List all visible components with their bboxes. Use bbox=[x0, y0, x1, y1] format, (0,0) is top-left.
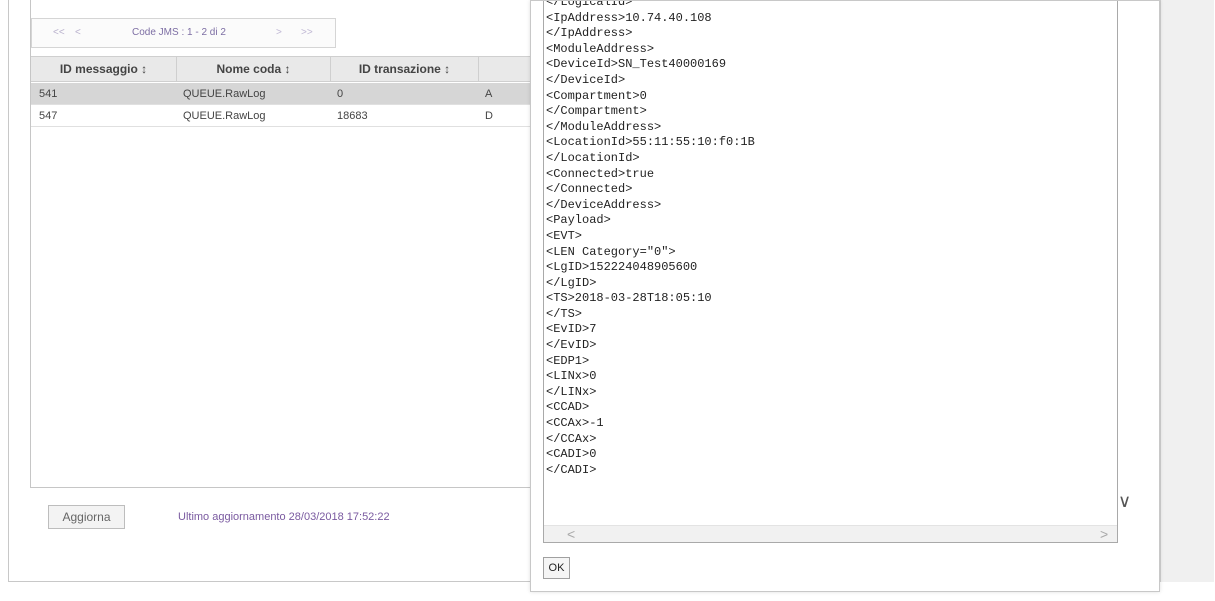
pager-label: Code JMS : 1 - 2 di 2 bbox=[132, 27, 226, 38]
right-gutter bbox=[1160, 0, 1214, 582]
code-line: </IpAddress> bbox=[546, 26, 633, 41]
jms-queue-grid: << < Code JMS : 1 - 2 di 2 > >> ID messa… bbox=[30, 0, 571, 488]
code-line: </EvID> bbox=[546, 338, 597, 353]
code-line: <EvID>7 bbox=[546, 322, 597, 337]
message-content-box[interactable]: </LogicalId> <IpAddress>10.74.40.108 </IpA… bbox=[543, 1, 1118, 543]
code-line: </DeviceId> bbox=[546, 72, 626, 87]
code-line: </LgID> bbox=[546, 275, 597, 290]
code-line: <DeviceId>SN_Test40000169 bbox=[546, 57, 727, 72]
cell-id-transazione: 18683 bbox=[337, 110, 368, 122]
column-header-id-messaggio[interactable]: ID messaggio ↕ bbox=[31, 57, 177, 81]
scroll-left-icon[interactable]: < bbox=[567, 526, 575, 542]
code-line: <EDP1> bbox=[546, 353, 590, 368]
pager-prev-button[interactable]: < bbox=[75, 27, 81, 38]
message-content: </LogicalId> <IpAddress>10.74.40.108 </IpA… bbox=[546, 1, 755, 478]
code-line: </ModuleAddress> bbox=[546, 119, 662, 134]
code-line: <ModuleAddress> bbox=[546, 41, 655, 56]
column-header-nome-coda[interactable]: Nome coda ↕ bbox=[177, 57, 331, 81]
code-line: <TS>2018-03-28T18:05:10 bbox=[546, 291, 712, 306]
table-row[interactable]: 547 QUEUE.RawLog 18683 D bbox=[31, 105, 571, 127]
cell-extra: D bbox=[485, 110, 493, 122]
pager-first-button[interactable]: << bbox=[53, 27, 65, 38]
ok-button[interactable]: OK bbox=[543, 557, 570, 579]
code-line: <IpAddress>10.74.40.108 bbox=[546, 10, 712, 25]
code-line: </CCAx> bbox=[546, 431, 597, 446]
code-line: <LgID>152224048905600 bbox=[546, 260, 698, 275]
code-line: </DeviceAddress> bbox=[546, 197, 662, 212]
code-line: </LINx> bbox=[546, 384, 597, 399]
code-line: </TS> bbox=[546, 306, 583, 321]
cell-extra: A bbox=[485, 88, 493, 100]
code-line: <Compartment>0 bbox=[546, 88, 647, 103]
code-line: </Compartment> bbox=[546, 104, 647, 119]
code-line: <EVT> bbox=[546, 228, 583, 243]
code-line: </Connected> bbox=[546, 182, 633, 197]
code-line: <LEN Category="0"> bbox=[546, 244, 676, 259]
code-line: <Payload> bbox=[546, 213, 611, 228]
scroll-right-icon[interactable]: > bbox=[1100, 526, 1108, 542]
cell-id-messaggio: 541 bbox=[39, 88, 58, 100]
code-line: <CCAD> bbox=[546, 400, 590, 415]
code-line: <CADI>0 bbox=[546, 447, 597, 462]
pager-next-button[interactable]: > bbox=[276, 27, 282, 38]
table-row[interactable]: 541 QUEUE.RawLog 0 A bbox=[31, 83, 571, 105]
last-update-text: Ultimo aggiornamento 28/03/2018 17:52:22 bbox=[178, 511, 390, 523]
cell-nome-coda: QUEUE.RawLog bbox=[183, 88, 266, 100]
column-header-id-transazione[interactable]: ID transazione ↕ bbox=[331, 57, 479, 81]
pager: << < Code JMS : 1 - 2 di 2 > >> bbox=[31, 18, 336, 48]
code-line: </CADI> bbox=[546, 462, 597, 477]
code-line: <Connected>true bbox=[546, 166, 655, 181]
refresh-button[interactable]: Aggiorna bbox=[48, 505, 125, 529]
pager-last-button[interactable]: >> bbox=[301, 27, 313, 38]
code-line: <LocationId>55:11:55:10:f0:1B bbox=[546, 135, 755, 150]
cell-id-messaggio: 547 bbox=[39, 110, 58, 122]
code-line: </LogicalId> bbox=[546, 1, 633, 9]
code-line: <CCAx>-1 bbox=[546, 416, 604, 431]
cell-nome-coda: QUEUE.RawLog bbox=[183, 110, 266, 122]
cell-id-transazione: 0 bbox=[337, 88, 344, 100]
code-line: </LocationId> bbox=[546, 150, 640, 165]
horizontal-scrollbar[interactable]: < > bbox=[544, 525, 1117, 542]
code-line: <LINx>0 bbox=[546, 369, 597, 384]
table-header: ID messaggio ↕ Nome coda ↕ ID transazion… bbox=[31, 56, 571, 82]
message-dialog: </LogicalId> <IpAddress>10.74.40.108 </IpA… bbox=[530, 0, 1160, 592]
chevron-down-icon[interactable]: ∨ bbox=[1118, 491, 1131, 512]
